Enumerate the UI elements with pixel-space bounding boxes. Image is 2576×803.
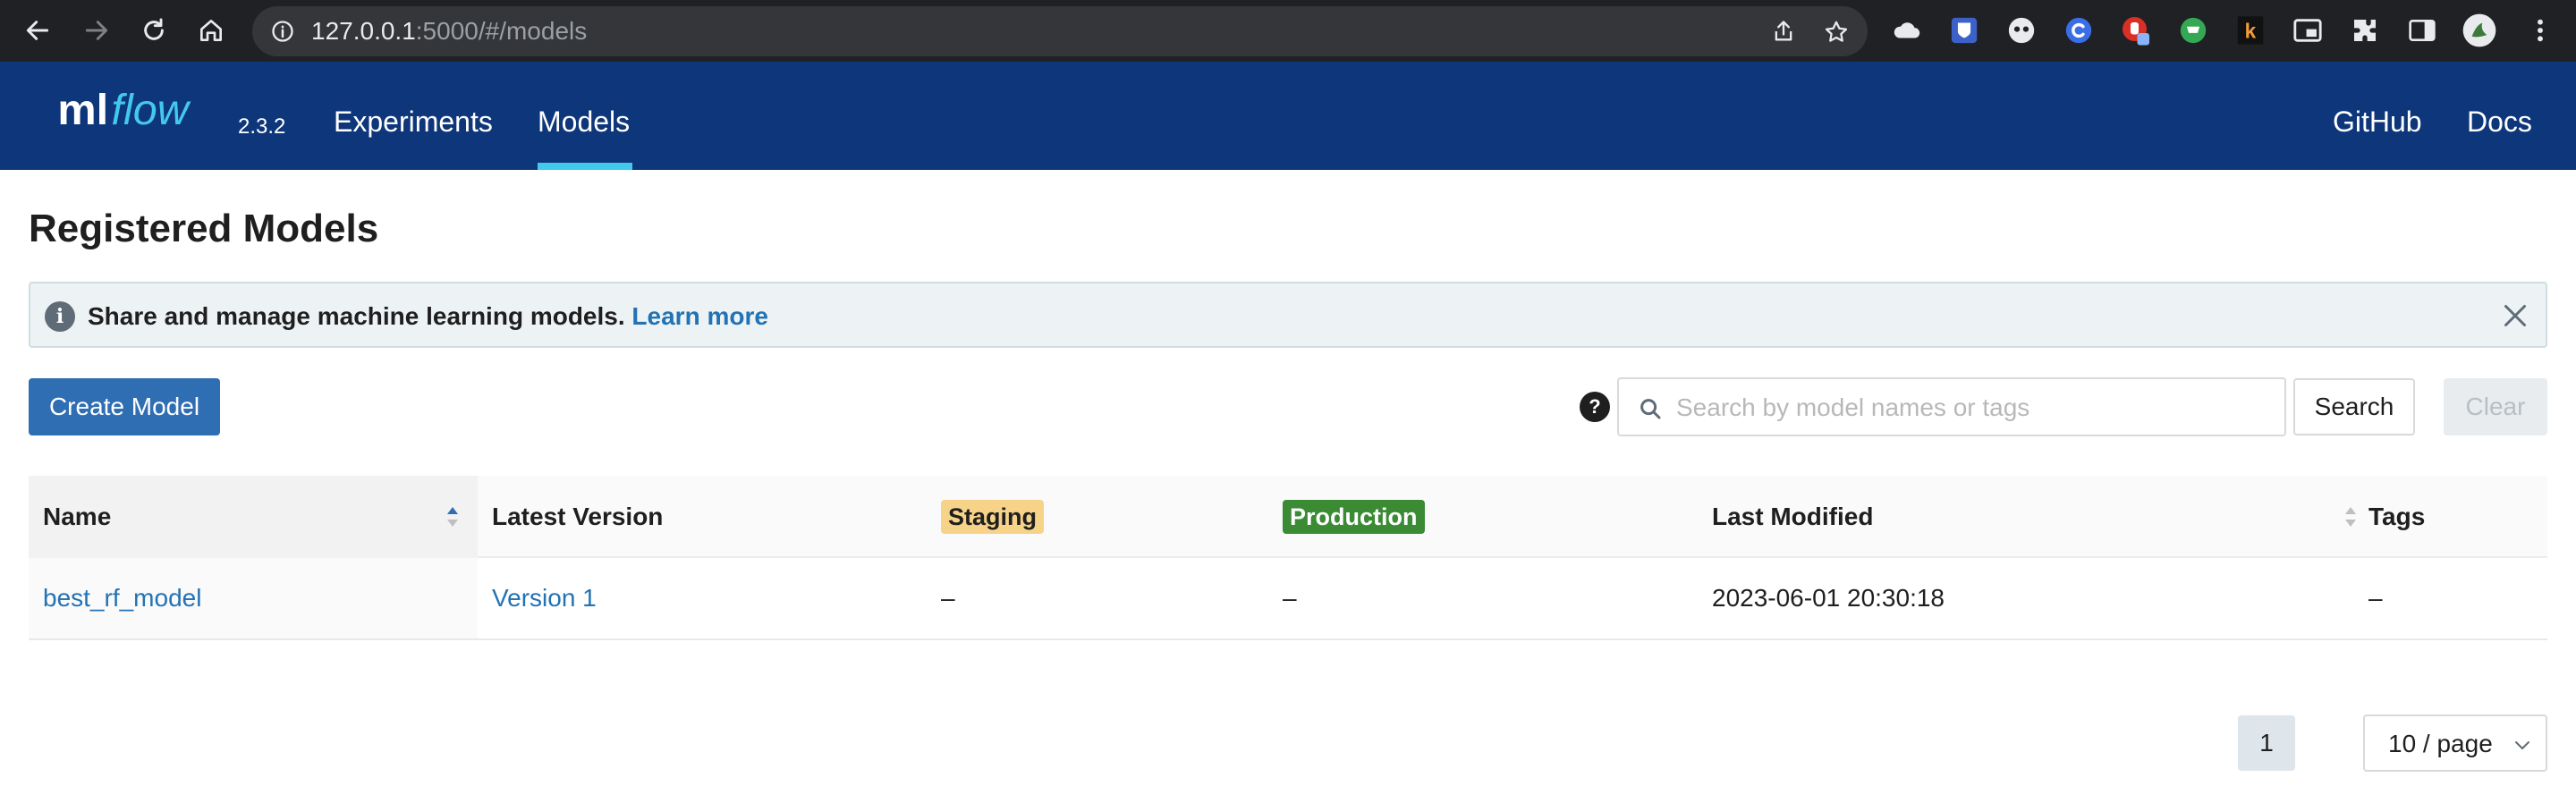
svg-text:k: k <box>2245 20 2257 43</box>
url-host: 127.0.0.1 <box>311 17 416 45</box>
url-path: :5000/#/models <box>415 17 588 45</box>
staging-cell: – <box>941 584 955 612</box>
side-panel-icon[interactable] <box>2404 13 2440 48</box>
page-size-value: 10 / page <box>2388 730 2493 757</box>
red-extension-icon[interactable] <box>2118 13 2154 48</box>
banner-text: Share and manage machine learning models… <box>88 302 768 331</box>
cart-extension-icon[interactable] <box>2175 13 2211 48</box>
table-header: Name Latest Version Staging Production L… <box>29 476 2547 558</box>
nav-experiments[interactable]: Experiments <box>334 106 493 138</box>
browser-toolbar: 127.0.0.1:5000/#/models k <box>0 0 2576 62</box>
production-badge: Production <box>1283 500 1425 534</box>
column-header-production: Production <box>1283 476 1425 558</box>
column-name-label: Name <box>43 503 112 530</box>
active-tab-indicator <box>538 163 632 170</box>
k-extension-icon[interactable]: k <box>2233 13 2268 48</box>
reload-icon[interactable] <box>134 11 174 50</box>
extensions-puzzle-icon[interactable] <box>2347 13 2383 48</box>
search-button[interactable]: Search <box>2293 378 2415 435</box>
site-info-icon[interactable] <box>270 19 295 48</box>
back-icon[interactable] <box>18 11 57 50</box>
cloud-extension-icon[interactable] <box>1889 13 1925 48</box>
column-header-last-modified[interactable]: Last Modified <box>1712 476 2374 558</box>
help-icon[interactable]: ? <box>1580 392 1610 422</box>
bookmark-star-icon[interactable] <box>1823 19 1850 50</box>
nav-docs[interactable]: Docs <box>2467 106 2532 138</box>
ghost-extension-icon[interactable] <box>2004 13 2039 48</box>
info-banner: i Share and manage machine learning mode… <box>29 282 2547 348</box>
tags-cell: – <box>2368 584 2383 612</box>
mlflow-version: 2.3.2 <box>238 114 286 139</box>
share-icon[interactable] <box>1771 19 1796 48</box>
create-model-button[interactable]: Create Model <box>29 378 220 435</box>
latest-version-cell: Version 1 <box>492 558 597 638</box>
staging-badge: Staging <box>941 500 1044 534</box>
production-cell: – <box>1283 584 1297 612</box>
nav-github[interactable]: GitHub <box>2333 106 2422 138</box>
home-icon[interactable] <box>191 11 231 50</box>
picture-in-picture-icon[interactable] <box>2290 13 2326 48</box>
model-name-cell: best_rf_model <box>29 558 478 638</box>
bitwarden-extension-icon[interactable] <box>1946 13 1982 48</box>
table-row: best_rf_model Version 1 – – 2023-06-01 2… <box>29 558 2547 640</box>
sort-icon[interactable] <box>445 505 460 528</box>
learn-more-link[interactable]: Learn more <box>631 302 768 330</box>
nav-models[interactable]: Models <box>538 106 630 138</box>
close-icon[interactable] <box>2499 300 2531 332</box>
mlflow-logo[interactable]: ml flow <box>39 87 233 140</box>
c-extension-icon[interactable] <box>2061 13 2097 48</box>
latest-version-link[interactable]: Version 1 <box>492 584 597 613</box>
more-options-icon[interactable] <box>2522 13 2558 48</box>
banner-message: Share and manage machine learning models… <box>88 302 625 330</box>
sort-icon[interactable] <box>2343 505 2358 528</box>
url-text: 127.0.0.1:5000/#/models <box>311 19 587 44</box>
search-icon <box>1637 395 1664 422</box>
search-input[interactable] <box>1676 390 2267 426</box>
forward-icon[interactable] <box>77 11 116 50</box>
search-field[interactable] <box>1617 377 2286 436</box>
pagination-page-1[interactable]: 1 <box>2238 715 2295 771</box>
column-header-tags: Tags <box>2368 503 2426 530</box>
last-modified-cell: 2023-06-01 20:30:18 <box>1712 584 1945 612</box>
model-name-link[interactable]: best_rf_model <box>43 584 201 613</box>
info-icon: i <box>45 301 75 332</box>
svg-text:ml: ml <box>57 87 108 134</box>
page-size-select[interactable]: 10 / page <box>2363 714 2547 772</box>
address-bar[interactable]: 127.0.0.1:5000/#/models <box>252 6 1868 56</box>
column-header-name[interactable]: Name <box>29 476 478 558</box>
profile-avatar[interactable] <box>2462 13 2497 48</box>
svg-text:flow: flow <box>111 87 191 134</box>
clear-button[interactable]: Clear <box>2444 378 2547 435</box>
page-title: Registered Models <box>29 207 379 250</box>
models-table: Name Latest Version Staging Production L… <box>29 476 2547 640</box>
column-header-latest-version: Latest Version <box>492 503 664 530</box>
last-modified-label: Last Modified <box>1712 503 1874 530</box>
column-header-staging: Staging <box>941 476 1044 558</box>
chevron-down-icon <box>2512 734 2533 756</box>
